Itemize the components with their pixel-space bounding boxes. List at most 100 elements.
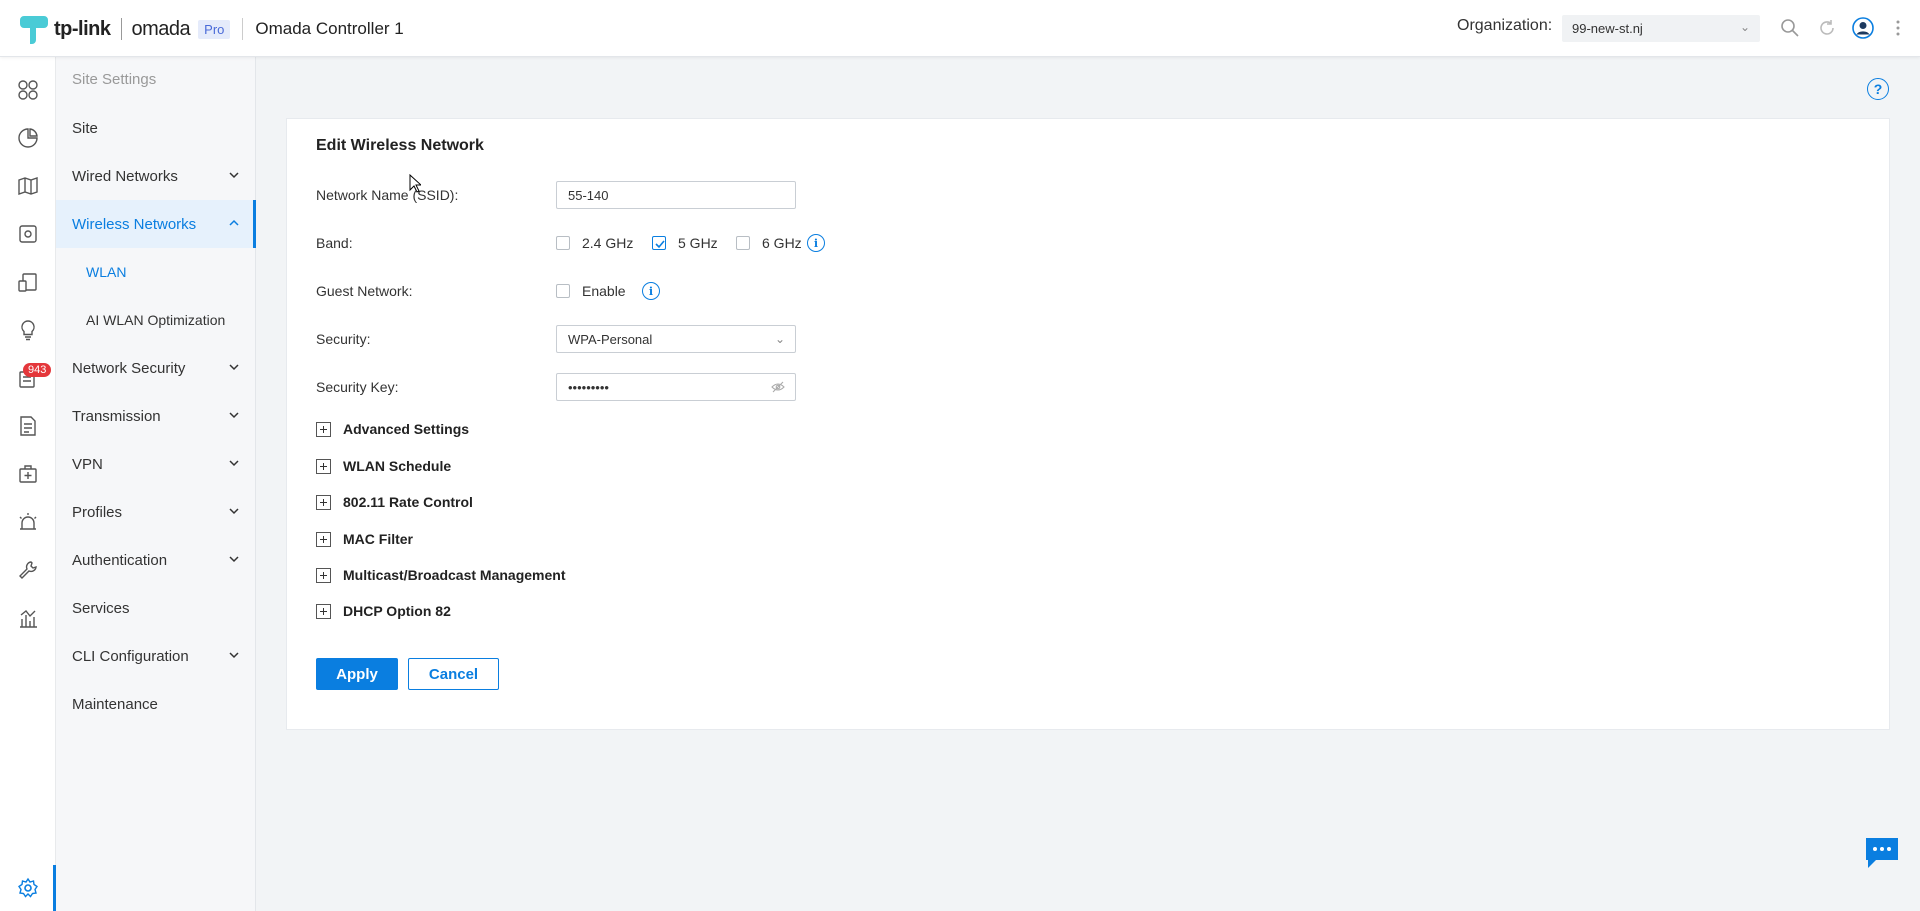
devices-icon[interactable] (0, 214, 56, 254)
settings-nav: Site Settings Site Wired Networks Wirele… (56, 57, 256, 911)
nav-item-label: Maintenance (72, 695, 158, 713)
security-select[interactable]: WPA-Personal ⌄ (556, 325, 796, 353)
dashboard-icon[interactable] (0, 70, 56, 110)
chevron-down-icon: ⌄ (774, 332, 785, 346)
reports-icon[interactable] (0, 406, 56, 446)
nav-sub-wlan[interactable]: WLAN (56, 248, 256, 296)
section-title: MAC Filter (343, 531, 413, 547)
edit-wireless-network-panel: Edit Wireless Network Network Name (SSID… (286, 118, 1890, 730)
expand-icon[interactable] (316, 421, 331, 437)
help-icon[interactable]: ? (1867, 78, 1889, 100)
chevron-down-icon (229, 364, 239, 371)
nav-item-site[interactable]: Site (56, 104, 256, 152)
section-advanced-settings[interactable]: Advanced Settings (316, 420, 469, 438)
ssid-input[interactable]: 55-140 (556, 181, 796, 209)
guest-enable-checkbox[interactable] (556, 284, 570, 298)
statistics-icon[interactable] (0, 118, 56, 158)
ssid-row: Network Name (SSID): 55-140 (316, 181, 1216, 209)
nav-item-label: VPN (72, 455, 103, 473)
section-dhcp-option-82[interactable]: DHCP Option 82 (316, 602, 451, 620)
cancel-button[interactable]: Cancel (408, 658, 499, 690)
search-icon[interactable] (1779, 17, 1801, 39)
guest-network-label: Guest Network: (316, 283, 413, 299)
chat-icon[interactable] (1864, 836, 1900, 870)
chevron-down-icon (229, 556, 239, 563)
nav-item-label: CLI Configuration (72, 647, 189, 665)
organization-select[interactable]: 99-new-st.nj ⌄ (1562, 15, 1760, 42)
nav-item-label: Transmission (72, 407, 161, 425)
band-5ghz-checkbox[interactable] (652, 236, 666, 250)
nav-header: Site Settings (72, 71, 157, 88)
nav-item-vpn[interactable]: VPN (56, 440, 256, 488)
nav-item-wireless-networks[interactable]: Wireless Networks (56, 200, 256, 248)
chevron-down-icon: ⌄ (1739, 20, 1750, 34)
controller-divider (242, 18, 244, 40)
nav-item-label: Services (72, 599, 130, 617)
security-key-label: Security Key: (316, 379, 399, 395)
nav-item-maintenance[interactable]: Maintenance (56, 680, 256, 728)
expand-icon[interactable] (316, 494, 331, 510)
band-24ghz-checkbox[interactable] (556, 236, 570, 250)
mouse-cursor-icon (409, 174, 421, 193)
nav-item-services[interactable]: Services (56, 584, 256, 632)
band-24ghz-label: 2.4 GHz (582, 235, 634, 251)
insights-icon[interactable] (0, 310, 56, 350)
chevron-down-icon (229, 172, 239, 179)
chevron-down-icon (229, 460, 239, 467)
top-bar: tp-link omada Pro Omada Controller 1 Org… (0, 0, 1920, 57)
user-avatar-icon[interactable] (1852, 17, 1874, 39)
expand-icon[interactable] (316, 531, 331, 547)
nav-item-profiles[interactable]: Profiles (56, 488, 256, 536)
section-title: Multicast/Broadcast Management (343, 567, 566, 583)
refresh-icon[interactable] (1816, 17, 1838, 39)
nav-item-authentication[interactable]: Authentication (56, 536, 256, 584)
logo-divider (120, 18, 122, 40)
band-6ghz-checkbox[interactable] (736, 236, 750, 250)
brand-logo[interactable]: tp-link omada Pro Omada Controller 1 (20, 14, 404, 44)
expand-icon[interactable] (316, 567, 331, 583)
eye-hidden-icon[interactable] (771, 381, 785, 393)
more-icon[interactable] (1887, 17, 1909, 39)
hotspot-icon[interactable] (0, 454, 56, 494)
section-rate-control[interactable]: 802.11 Rate Control (316, 493, 473, 511)
logs-icon[interactable]: 943 (0, 358, 56, 398)
security-key-input[interactable]: ••••••••• (556, 373, 796, 401)
panel-title: Edit Wireless Network (316, 137, 484, 154)
alerts-icon[interactable] (0, 502, 56, 542)
apply-button[interactable]: Apply (316, 658, 398, 690)
ssid-label: Network Name (SSID): (316, 187, 459, 203)
product-name: omada (131, 17, 191, 40)
security-label: Security: (316, 331, 371, 347)
nav-sub-ai-wlan-optimization[interactable]: AI WLAN Optimization (56, 296, 256, 344)
nav-item-label: Wireless Networks (72, 215, 197, 233)
tp-link-logo-icon (20, 16, 48, 44)
notification-badge: 943 (23, 363, 52, 377)
nav-item-wired-networks[interactable]: Wired Networks (56, 152, 256, 200)
expand-icon[interactable] (316, 458, 331, 474)
brand-name: tp-link (54, 17, 111, 40)
chevron-down-icon (229, 412, 239, 419)
info-icon[interactable]: i (807, 234, 825, 252)
controller-name: Omada Controller 1 (255, 19, 404, 38)
nav-sub-label: WLAN (86, 264, 127, 280)
map-icon[interactable] (0, 166, 56, 206)
clients-icon[interactable] (0, 262, 56, 302)
nav-item-cli-configuration[interactable]: CLI Configuration (56, 632, 256, 680)
analytics-icon[interactable] (0, 598, 56, 638)
info-icon[interactable]: i (642, 282, 660, 300)
edition-badge: Pro (198, 19, 231, 39)
section-title: WLAN Schedule (343, 458, 452, 474)
section-title: DHCP Option 82 (343, 603, 451, 619)
section-title: Advanced Settings (343, 421, 470, 437)
nav-item-transmission[interactable]: Transmission (56, 392, 256, 440)
security-key-row: Security Key: ••••••••• (316, 373, 1216, 401)
section-mac-filter[interactable]: MAC Filter (316, 530, 413, 548)
section-multicast-broadcast[interactable]: Multicast/Broadcast Management (316, 566, 566, 584)
nav-item-network-security[interactable]: Network Security (56, 344, 256, 392)
chevron-up-icon (229, 219, 239, 226)
section-wlan-schedule[interactable]: WLAN Schedule (316, 457, 451, 475)
settings-icon[interactable] (0, 865, 56, 911)
nav-item-label: Profiles (72, 503, 123, 521)
tools-icon[interactable] (0, 550, 56, 590)
expand-icon[interactable] (316, 603, 331, 619)
